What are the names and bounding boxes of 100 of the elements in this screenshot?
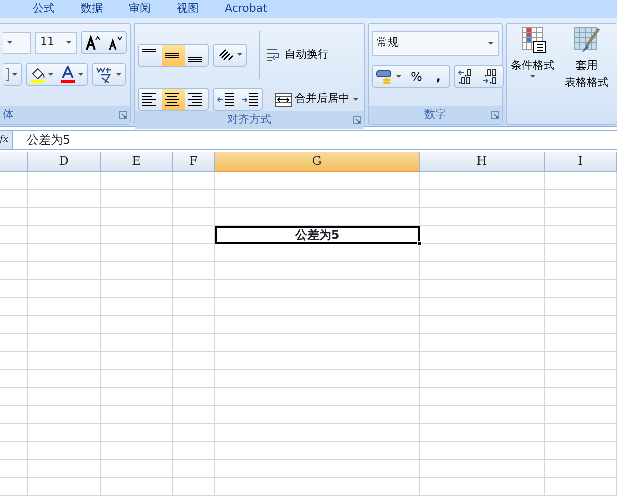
column-header[interactable]: F [173,152,215,172]
grid-cell[interactable] [215,352,420,370]
grid-cell[interactable] [545,478,617,496]
align-middle-button[interactable] [162,44,185,66]
column-header[interactable]: D [28,152,101,172]
grid-cell[interactable] [173,316,215,334]
grid-cell[interactable] [28,460,101,478]
grid-cell[interactable] [28,388,101,406]
menu-tab[interactable]: Acrobat [212,0,280,18]
grid-cell[interactable] [173,352,215,370]
grid-cell[interactable] [545,316,617,334]
grid-cell[interactable] [28,442,101,460]
grid-cell[interactable] [28,262,101,280]
grid-cell[interactable] [28,352,101,370]
row-header[interactable] [0,352,28,370]
row-header[interactable] [0,208,28,226]
grid-cell[interactable] [101,352,173,370]
grid-cell[interactable] [173,208,215,226]
wrap-text-button[interactable]: 自动换行 [264,44,331,66]
grid-cell[interactable] [545,244,617,262]
grid-cell[interactable] [173,190,215,208]
grid-cell[interactable] [173,442,215,460]
grid-cell[interactable] [420,442,545,460]
grid-cell[interactable] [420,208,545,226]
grid-cell[interactable] [215,460,420,478]
font-name-combo[interactable] [3,32,32,54]
grid-cell[interactable] [420,298,545,316]
grid-cell[interactable] [173,280,215,298]
conditional-format-button[interactable]: 条件格式 [509,26,557,90]
row-header[interactable] [0,244,28,262]
grid-cell[interactable] [28,172,101,190]
row-header[interactable] [0,424,28,442]
grid-cell[interactable] [173,424,215,442]
grid-cell[interactable] [545,298,617,316]
grid-cell[interactable] [101,172,173,190]
grid-cell[interactable] [101,424,173,442]
grid-cell[interactable] [545,208,617,226]
grid-cell[interactable] [28,424,101,442]
row-header[interactable] [0,172,28,190]
column-header[interactable]: E [101,152,173,172]
grid-cell[interactable] [101,460,173,478]
grid-cell[interactable] [28,280,101,298]
grid-cell[interactable] [420,406,545,424]
grid-cell[interactable] [173,334,215,352]
grid-cell[interactable] [101,298,173,316]
column-header[interactable]: I [545,152,617,172]
grid-cell[interactable] [173,226,215,244]
fill-handle[interactable] [417,241,422,246]
grid-cell[interactable] [420,262,545,280]
grid-cell[interactable] [28,370,101,388]
grid-cell[interactable] [101,478,173,496]
grid-cell[interactable] [215,334,420,352]
grid-cell[interactable] [28,226,101,244]
grid-cell[interactable] [545,388,617,406]
active-cell[interactable]: 公差为5 [215,226,420,244]
row-header[interactable] [0,190,28,208]
grid-cell[interactable] [28,478,101,496]
grid-cell[interactable] [28,334,101,352]
grid-cell[interactable] [545,406,617,424]
grid-cell[interactable] [420,226,545,244]
grid-cell[interactable] [420,388,545,406]
grid-cell[interactable] [28,316,101,334]
row-header[interactable] [0,406,28,424]
grid-cell[interactable] [173,460,215,478]
grid-cell[interactable] [545,190,617,208]
row-header[interactable] [0,280,28,298]
grid-cell[interactable] [28,406,101,424]
grid-cell[interactable] [215,370,420,388]
grid-cell[interactable] [545,280,617,298]
menu-tab[interactable]: 审阅 [116,0,164,18]
menu-tab[interactable]: 数据 [68,0,116,18]
grid-cell[interactable] [545,352,617,370]
grid-cell[interactable] [420,316,545,334]
grid-cell[interactable] [545,460,617,478]
grid-cell[interactable] [101,244,173,262]
grid-cell[interactable] [101,208,173,226]
grid-cell[interactable] [420,424,545,442]
grid-cell[interactable] [420,460,545,478]
grid-cell[interactable] [173,262,215,280]
select-all-corner[interactable] [0,152,28,172]
number-format-combo[interactable]: 常规 [372,31,499,56]
grid-cell[interactable] [101,388,173,406]
row-header[interactable] [0,388,28,406]
grid-cell[interactable] [545,442,617,460]
grid-cell[interactable] [101,190,173,208]
grid-cell[interactable] [420,334,545,352]
comma-button[interactable]: , [428,66,449,87]
row-header[interactable] [0,316,28,334]
row-header[interactable] [0,478,28,496]
row-header[interactable] [0,226,28,244]
grid-cell[interactable] [101,280,173,298]
grid-cell[interactable] [545,370,617,388]
grid-cell[interactable] [101,334,173,352]
grid-cell[interactable] [215,280,420,298]
grid-cell[interactable] [173,406,215,424]
grid-cell[interactable] [420,172,545,190]
row-header[interactable] [0,370,28,388]
grid-cell[interactable] [545,262,617,280]
grid-cell[interactable] [28,190,101,208]
grid-cell[interactable] [215,424,420,442]
